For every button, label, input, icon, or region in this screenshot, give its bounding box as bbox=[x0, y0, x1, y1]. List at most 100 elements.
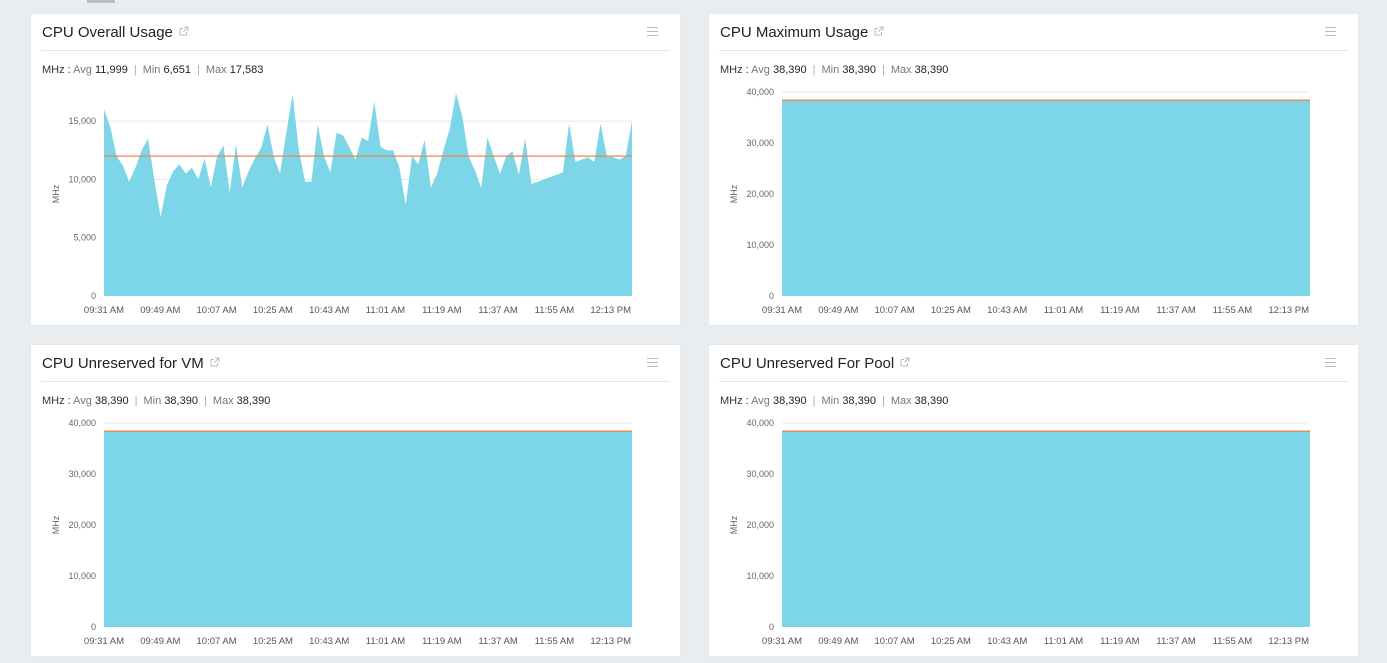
y-tick-label: 40,000 bbox=[746, 418, 774, 428]
x-tick-label: 11:37 AM bbox=[1156, 636, 1196, 647]
stats-summary: MHz : Avg 38,390 | Min 38,390 | Max 38,390 bbox=[720, 395, 949, 407]
panel-title: CPU Unreserved For Pool bbox=[720, 355, 910, 372]
area-chart: 0 10,000 20,000 30,000 40,000 MHz 09:31 AM 09:4… bbox=[729, 87, 1310, 316]
usage-area bbox=[782, 431, 1310, 627]
stat-avg: 38,390 bbox=[773, 64, 807, 76]
area-chart: 0 10,000 20,000 30,000 40,000 MHz 09:31 AM 09:4… bbox=[729, 418, 1310, 647]
x-tick-label: 10:43 AM bbox=[309, 636, 349, 647]
panel-header: CPU Unreserved for VM bbox=[41, 345, 670, 382]
stat-min: 38,390 bbox=[164, 395, 198, 407]
y-tick-label: 0 bbox=[769, 291, 774, 301]
y-tick-label: 40,000 bbox=[68, 418, 96, 428]
x-tick-label: 10:25 AM bbox=[931, 636, 971, 647]
y-tick-label: 0 bbox=[91, 622, 96, 632]
y-tick-label: 20,000 bbox=[68, 520, 96, 530]
hamburger-menu-icon[interactable] bbox=[647, 358, 658, 370]
x-tick-label: 11:19 AM bbox=[422, 305, 462, 316]
x-tick-label: 11:01 AM bbox=[1044, 636, 1084, 647]
x-tick-label: 09:49 AM bbox=[818, 636, 858, 647]
x-tick-label: 10:43 AM bbox=[309, 305, 349, 316]
x-tick-label: 09:31 AM bbox=[762, 636, 802, 647]
x-tick-label: 10:43 AM bbox=[987, 636, 1027, 647]
x-tick-label: 09:49 AM bbox=[140, 636, 180, 647]
panel-cpu-unreserved-for-pool: CPU Unreserved For Pool MHz : Avg 38,390… bbox=[709, 345, 1358, 656]
y-tick-label: 10,000 bbox=[746, 571, 774, 581]
stat-max: 17,583 bbox=[229, 64, 264, 76]
hamburger-menu-icon[interactable] bbox=[647, 27, 658, 39]
y-axis-label: MHz bbox=[51, 184, 61, 203]
x-tick-label: 11:37 AM bbox=[1156, 305, 1196, 316]
stat-max: 38,390 bbox=[914, 395, 949, 407]
y-tick-label: 10,000 bbox=[68, 571, 96, 581]
x-tick-label: 12:13 PM bbox=[590, 636, 631, 647]
y-tick-label: 10,000 bbox=[68, 174, 96, 184]
x-tick-label: 09:31 AM bbox=[84, 636, 124, 647]
x-tick-label: 10:07 AM bbox=[197, 636, 237, 647]
x-tick-label: 10:07 AM bbox=[875, 636, 915, 647]
active-tab-indicator bbox=[87, 0, 115, 3]
y-tick-label: 5,000 bbox=[73, 233, 96, 243]
x-tick-label: 11:55 AM bbox=[535, 305, 575, 316]
stat-avg: 38,390 bbox=[773, 395, 807, 407]
x-tick-label: 11:55 AM bbox=[1213, 636, 1253, 647]
x-tick-label: 11:19 AM bbox=[422, 636, 462, 647]
external-link-icon[interactable] bbox=[179, 26, 189, 36]
external-link-icon[interactable] bbox=[900, 357, 910, 367]
hamburger-menu-icon[interactable] bbox=[1325, 27, 1336, 39]
y-tick-label: 30,000 bbox=[68, 469, 96, 479]
hamburger-menu-icon[interactable] bbox=[1325, 358, 1336, 370]
panel-title: CPU Overall Usage bbox=[42, 24, 189, 41]
external-link-icon[interactable] bbox=[874, 26, 884, 36]
panel-title: CPU Unreserved for VM bbox=[42, 355, 220, 372]
x-tick-label: 11:19 AM bbox=[1100, 305, 1140, 316]
y-tick-label: 30,000 bbox=[746, 138, 774, 148]
panel-title: CPU Maximum Usage bbox=[720, 24, 884, 41]
stat-avg: 38,390 bbox=[95, 395, 129, 407]
x-tick-label: 12:13 PM bbox=[1268, 305, 1309, 316]
usage-area bbox=[782, 100, 1310, 297]
y-axis-label: MHz bbox=[51, 515, 61, 534]
y-axis-label: MHz bbox=[729, 184, 739, 203]
panel-cpu-maximum-usage: CPU Maximum Usage MHz : Avg 38,390 | Min 3… bbox=[709, 14, 1358, 325]
x-tick-label: 11:55 AM bbox=[535, 636, 575, 647]
x-tick-label: 09:49 AM bbox=[818, 305, 858, 316]
x-tick-label: 11:19 AM bbox=[1100, 636, 1140, 647]
x-tick-label: 09:31 AM bbox=[762, 305, 802, 316]
x-tick-label: 11:01 AM bbox=[1044, 305, 1084, 316]
panel-header: CPU Maximum Usage bbox=[719, 14, 1348, 51]
y-tick-label: 15,000 bbox=[68, 116, 96, 126]
area-chart: 0 10,000 20,000 30,000 40,000 MHz 09:31 AM 09:4… bbox=[51, 418, 632, 647]
x-tick-label: 11:55 AM bbox=[1213, 305, 1253, 316]
x-tick-label: 10:25 AM bbox=[253, 305, 293, 316]
stat-min: 6,651 bbox=[163, 64, 192, 76]
panel-cpu-overall-usage: CPU Overall Usage MHz : Avg 11,999 | Min 6… bbox=[31, 14, 680, 325]
y-tick-label: 20,000 bbox=[746, 189, 774, 199]
panel-header: CPU Unreserved For Pool bbox=[719, 345, 1348, 382]
stat-avg: 11,999 bbox=[95, 64, 128, 76]
usage-area bbox=[104, 431, 632, 627]
usage-area bbox=[104, 93, 632, 296]
x-tick-label: 10:07 AM bbox=[197, 305, 237, 316]
external-link-icon[interactable] bbox=[210, 357, 220, 367]
y-tick-label: 0 bbox=[769, 622, 774, 632]
x-tick-label: 11:01 AM bbox=[366, 305, 406, 316]
y-axis-label: MHz bbox=[729, 515, 739, 534]
x-tick-label: 11:01 AM bbox=[366, 636, 406, 647]
x-tick-label: 12:13 PM bbox=[590, 305, 631, 316]
x-tick-label: 10:07 AM bbox=[875, 305, 915, 316]
area-chart: 0 5,000 10,000 15,000 MHz 09:31 AM 09:49 AM 10:… bbox=[51, 93, 632, 316]
panel-header: CPU Overall Usage bbox=[41, 14, 670, 51]
stat-min: 38,390 bbox=[842, 64, 876, 76]
x-tick-label: 10:25 AM bbox=[931, 305, 971, 316]
panel-cpu-unreserved-for-vm: CPU Unreserved for VM MHz : Avg 38,390 | M… bbox=[31, 345, 680, 656]
y-tick-label: 20,000 bbox=[746, 520, 774, 530]
y-tick-label: 30,000 bbox=[746, 469, 774, 479]
x-tick-label: 12:13 PM bbox=[1268, 636, 1309, 647]
stats-summary: MHz : Avg 38,390 | Min 38,390 | Max 38,390 bbox=[42, 395, 271, 407]
y-tick-label: 0 bbox=[91, 291, 96, 301]
x-tick-label: 11:37 AM bbox=[478, 305, 518, 316]
x-tick-label: 09:31 AM bbox=[84, 305, 124, 316]
x-tick-label: 10:43 AM bbox=[987, 305, 1027, 316]
x-tick-label: 09:49 AM bbox=[140, 305, 180, 316]
x-tick-label: 11:37 AM bbox=[478, 636, 518, 647]
